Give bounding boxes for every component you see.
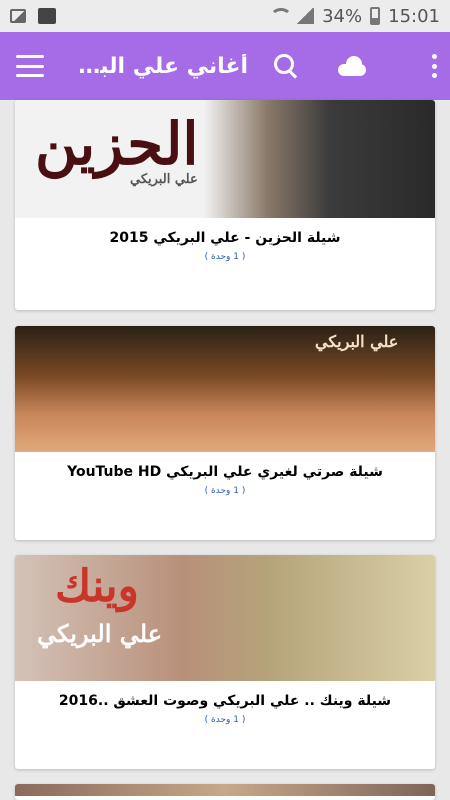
battery-icon <box>370 7 381 25</box>
wifi-icon <box>268 8 293 24</box>
item-count: ( 1 وحدة ) <box>204 252 246 262</box>
thumbnail-image: وينك علي البريكي <box>15 555 435 681</box>
menu-button[interactable] <box>16 55 44 77</box>
search-button[interactable] <box>272 52 300 80</box>
overflow-menu-button[interactable] <box>430 54 438 78</box>
thumbnail-subtitle: علي البريكي <box>130 172 198 187</box>
dot-icon <box>431 73 437 78</box>
status-bar: 34% 15:01 <box>0 0 450 32</box>
item-title[interactable]: شيلة صرتي لغيري علي البريكي YouTube HD <box>31 464 419 480</box>
menu-icon-line <box>16 64 44 68</box>
menu-icon-line <box>16 55 44 58</box>
thumbnail-subtitle: علي البريكي <box>37 619 163 648</box>
cloud-icon[interactable] <box>334 54 368 78</box>
battery-percent: 34% <box>322 5 363 27</box>
list-item[interactable]: علي البريكي شيلة صرتي لغيري علي البريكي … <box>15 326 435 540</box>
thumbnail-title: الحزين <box>35 110 199 178</box>
item-title[interactable]: شيلة الحزين - علي البريكي 2015 <box>31 230 419 246</box>
app-bar: أغاني علي البريكي <box>0 32 450 100</box>
item-title[interactable]: شيلة وينك .. علي البريكي وصوت العشق ..20… <box>31 693 419 709</box>
page-title: أغاني علي البريكي <box>68 53 248 79</box>
item-count: ( 1 وحدة ) <box>204 715 246 725</box>
item-count: ( 1 وحدة ) <box>204 486 246 496</box>
clock: 15:01 <box>388 5 440 27</box>
dot-icon <box>431 63 437 69</box>
menu-icon-line <box>16 74 44 77</box>
thumbnail-title: وينك <box>55 561 139 612</box>
app-notification-icon <box>38 8 56 24</box>
dot-icon <box>431 54 437 59</box>
thumbnail-image <box>15 784 435 796</box>
signal-icon <box>296 8 315 24</box>
thumbnail-image: الحزين علي البريكي <box>15 100 435 218</box>
gallery-notification-icon <box>10 9 26 23</box>
list-item[interactable]: وينك علي البريكي شيلة وينك .. علي البريك… <box>15 555 435 769</box>
list-item[interactable]: الحزين علي البريكي شيلة الحزين - علي الب… <box>15 100 435 310</box>
thumbnail-title: علي البريكي <box>315 332 399 351</box>
thumbnail-image: علي البريكي <box>15 326 435 452</box>
list-item[interactable] <box>15 784 435 800</box>
